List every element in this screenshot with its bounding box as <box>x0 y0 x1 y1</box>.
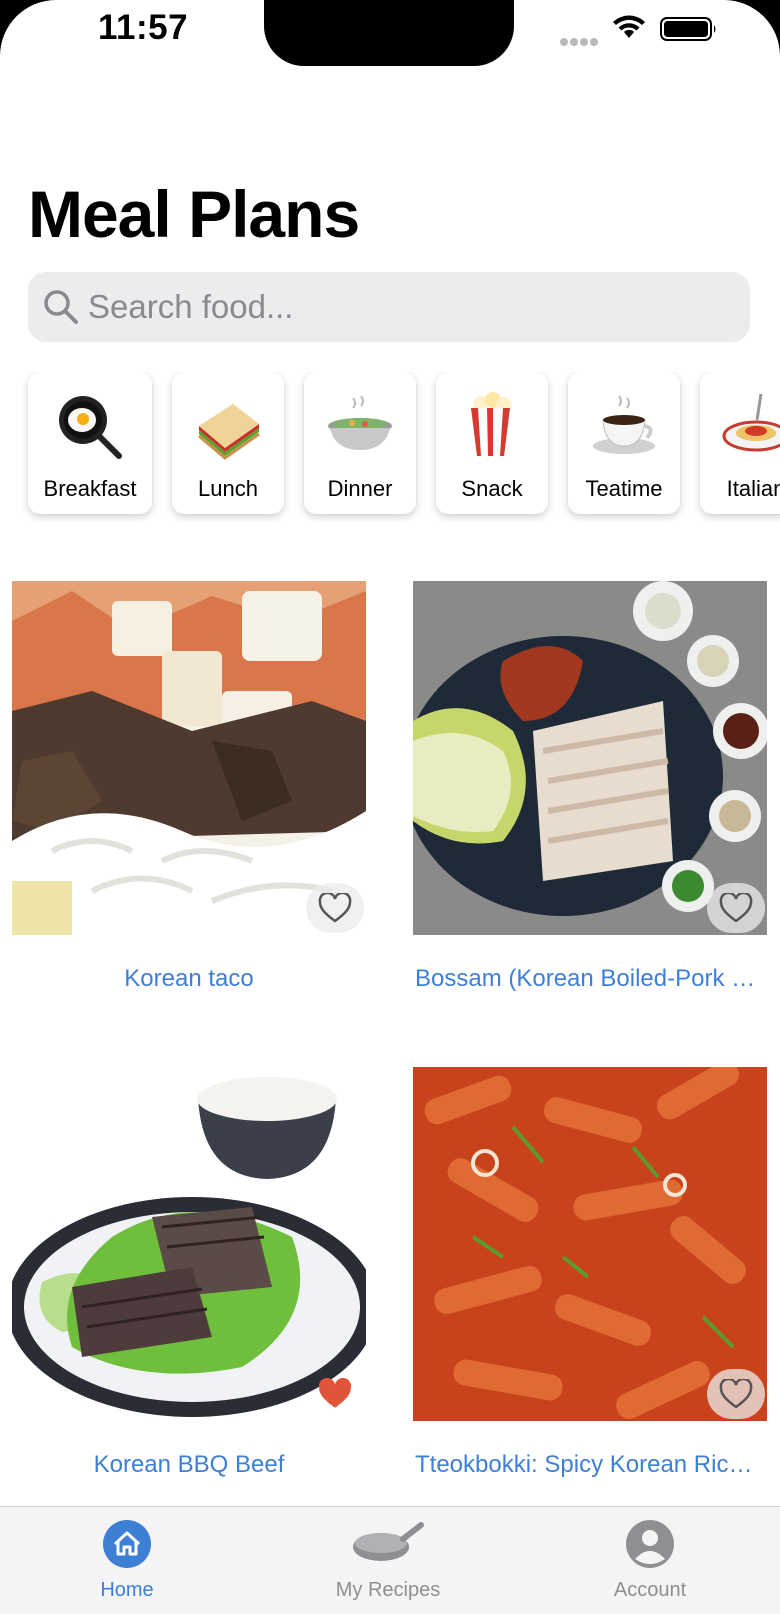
sandwich-icon <box>172 390 284 460</box>
search-input[interactable] <box>88 272 738 342</box>
recipe-image[interactable] <box>413 581 767 935</box>
status-bar: 11:57 <box>0 0 780 70</box>
home-icon <box>103 1520 151 1568</box>
category-label: Dinner <box>327 476 393 501</box>
favorite-button[interactable] <box>707 883 765 933</box>
tab-bar: Home My Recipes Account <box>0 1506 780 1614</box>
heart-outline-icon <box>318 893 352 923</box>
coffee-cup-icon <box>568 390 680 460</box>
heart-filled-icon <box>318 1378 352 1408</box>
pan-icon <box>353 1522 424 1561</box>
category-label: Snack <box>461 476 523 501</box>
page-title: Meal Plans <box>28 177 360 251</box>
heart-outline-icon <box>719 893 753 923</box>
recipe-image[interactable] <box>413 1067 767 1421</box>
heart-outline-icon <box>719 1379 753 1409</box>
search-bar[interactable] <box>28 272 750 342</box>
recipe-image[interactable] <box>12 1067 366 1421</box>
recipe-title[interactable]: Korean BBQ Beef <box>12 1451 366 1479</box>
tab-my-recipes[interactable]: My Recipes <box>288 1507 488 1614</box>
battery-icon <box>660 17 716 41</box>
spaghetti-icon <box>700 390 780 460</box>
category-italian[interactable]: Italian <box>700 372 780 514</box>
tab-label: Account <box>613 1579 687 1601</box>
favorite-button[interactable] <box>306 1369 364 1419</box>
dynamic-island <box>264 0 514 66</box>
recipe-title[interactable]: Korean taco <box>12 965 366 993</box>
recipe-card[interactable]: Bossam (Korean Boiled-Pork Wraps) <box>413 581 767 1001</box>
recipe-image[interactable] <box>12 581 366 935</box>
frying-pan-egg-icon <box>28 390 152 460</box>
account-icon <box>626 1520 674 1568</box>
recipe-card[interactable]: Korean BBQ Beef <box>12 1067 366 1487</box>
stew-pot-icon <box>304 390 416 460</box>
search-icon <box>44 290 78 324</box>
category-label: Breakfast <box>43 476 137 501</box>
category-label: Lunch <box>198 476 258 501</box>
status-time: 11:57 <box>98 8 189 47</box>
recipe-card[interactable]: Korean taco <box>12 581 366 1001</box>
category-list: Breakfast Lunch Dinner Snack Teatime Ita… <box>0 372 780 522</box>
category-snack[interactable]: Snack <box>436 372 548 514</box>
signal-icon <box>560 33 600 46</box>
popcorn-icon <box>436 390 548 460</box>
tab-label: Home <box>100 1579 154 1601</box>
tab-home[interactable]: Home <box>27 1507 227 1614</box>
favorite-button[interactable] <box>707 1369 765 1419</box>
wifi-icon <box>613 15 645 38</box>
category-dinner[interactable]: Dinner <box>304 372 416 514</box>
tab-account[interactable]: Account <box>550 1507 750 1614</box>
category-breakfast[interactable]: Breakfast <box>28 372 152 514</box>
category-label: Teatime <box>585 476 663 501</box>
recipe-title[interactable]: Bossam (Korean Boiled-Pork Wraps) <box>413 965 767 993</box>
recipe-title[interactable]: Tteokbokki: Spicy Korean Rice Cakes <box>413 1451 767 1479</box>
favorite-button[interactable] <box>306 883 364 933</box>
category-label: Italian <box>726 476 780 501</box>
app-screen: 11:57 Meal Plans Breakfast <box>0 0 780 1614</box>
tab-label: My Recipes <box>335 1579 441 1601</box>
category-teatime[interactable]: Teatime <box>568 372 680 514</box>
category-lunch[interactable]: Lunch <box>172 372 284 514</box>
recipe-card[interactable]: Tteokbokki: Spicy Korean Rice Cakes <box>413 1067 767 1487</box>
